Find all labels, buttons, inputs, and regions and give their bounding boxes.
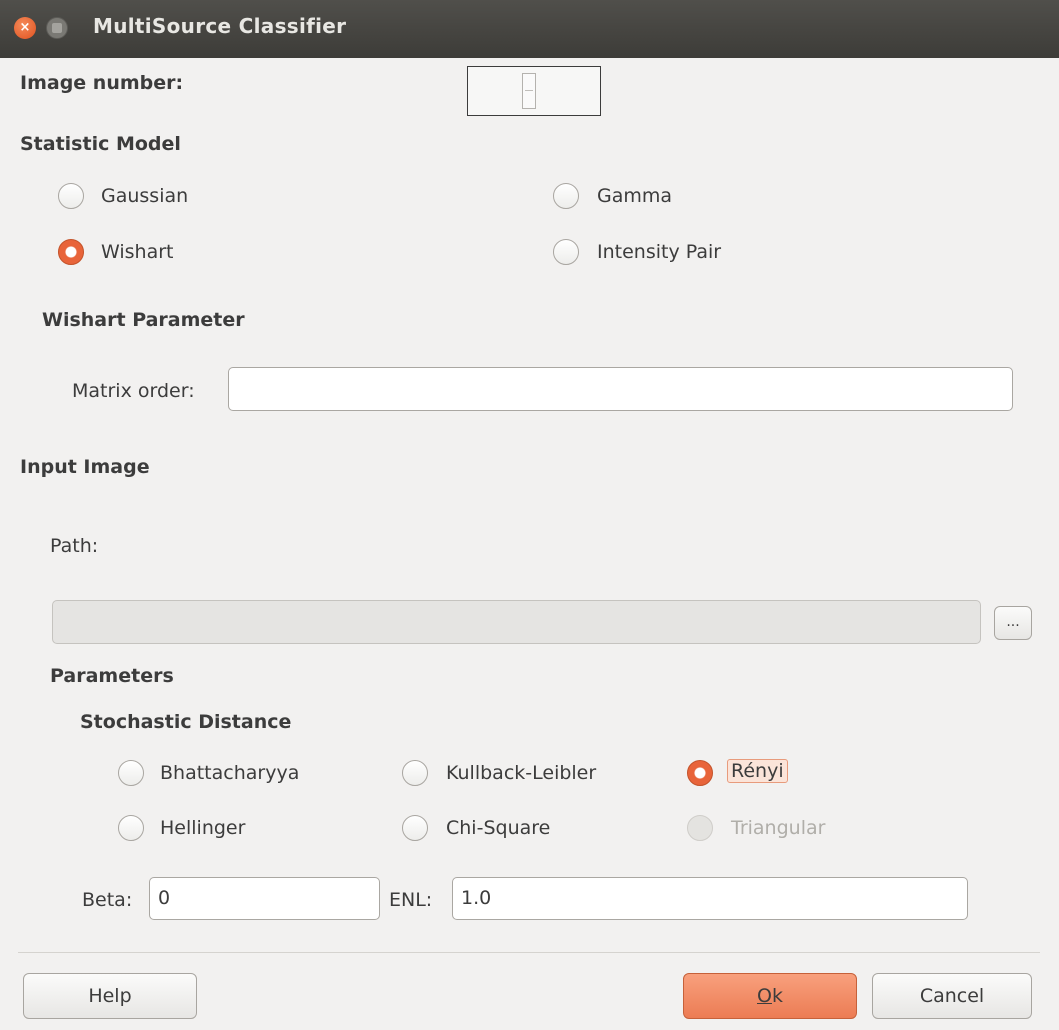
radio-bhattacharyya[interactable] <box>118 760 144 786</box>
matrix-order-input[interactable] <box>228 367 1013 411</box>
window-title: MultiSource Classifier <box>93 14 347 38</box>
image-number-spinbox[interactable] <box>467 66 601 116</box>
browse-button[interactable]: ... <box>994 606 1032 640</box>
ok-label-rest: k <box>771 985 783 1007</box>
radio-wishart[interactable] <box>58 239 84 265</box>
radio-wishart-label[interactable]: Wishart <box>101 241 174 263</box>
radio-renyi-label[interactable]: Rényi <box>727 759 788 783</box>
radio-chi-square[interactable] <box>402 815 428 841</box>
radio-renyi[interactable] <box>687 760 713 786</box>
radio-gaussian-label[interactable]: Gaussian <box>101 185 188 207</box>
radio-kullback-leibler-label[interactable]: Kullback-Leibler <box>446 762 596 784</box>
radio-hellinger[interactable] <box>118 815 144 841</box>
matrix-order-label: Matrix order: <box>72 380 195 402</box>
radio-intensity-pair[interactable] <box>553 239 579 265</box>
minimize-window-button[interactable] <box>46 17 68 39</box>
beta-input[interactable]: 0 <box>149 877 380 920</box>
path-input[interactable] <box>52 600 981 644</box>
radio-gamma-label[interactable]: Gamma <box>597 185 672 207</box>
help-button[interactable]: Help <box>23 973 197 1019</box>
path-label: Path: <box>50 535 99 557</box>
title-bar: × MultiSource Classifier <box>0 0 1059 58</box>
wishart-parameter-heading: Wishart Parameter <box>42 309 245 331</box>
radio-triangular <box>687 815 713 841</box>
ok-button[interactable]: Ok <box>683 973 857 1019</box>
ok-mnemonic: O <box>757 985 772 1007</box>
radio-chi-square-label[interactable]: Chi-Square <box>446 817 550 839</box>
beta-label: Beta: <box>82 889 133 911</box>
radio-kullback-leibler[interactable] <box>402 760 428 786</box>
radio-bhattacharyya-label[interactable]: Bhattacharyya <box>160 762 299 784</box>
radio-triangular-label: Triangular <box>731 817 826 839</box>
cancel-button[interactable]: Cancel <box>872 973 1032 1019</box>
radio-gamma[interactable] <box>553 183 579 209</box>
image-number-label: Image number: <box>20 72 184 94</box>
statistic-model-heading: Statistic Model <box>20 133 181 155</box>
radio-gaussian[interactable] <box>58 183 84 209</box>
separator <box>18 952 1040 953</box>
input-image-heading: Input Image <box>20 456 150 478</box>
parameters-heading: Parameters <box>50 665 174 687</box>
radio-intensity-pair-label[interactable]: Intensity Pair <box>597 241 721 263</box>
enl-label: ENL: <box>389 889 433 911</box>
enl-input[interactable]: 1.0 <box>452 877 968 920</box>
close-window-button[interactable]: × <box>14 17 36 39</box>
image-number-value <box>522 73 536 109</box>
radio-hellinger-label[interactable]: Hellinger <box>160 817 245 839</box>
stochastic-distance-heading: Stochastic Distance <box>80 711 292 733</box>
